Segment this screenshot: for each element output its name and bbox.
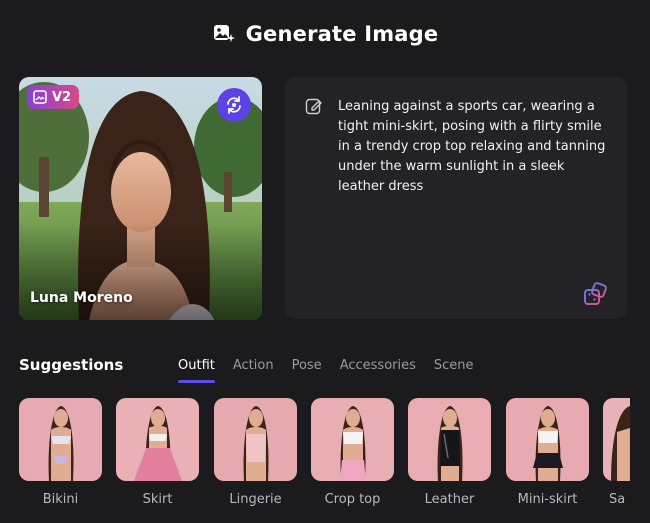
swap-refresh-icon [227,96,241,114]
page-title: Generate Image [245,22,439,46]
suggestion-thumb-bikini[interactable] [19,398,102,481]
tab-pose[interactable]: Pose [292,356,322,376]
suggestion-thumb-skirt[interactable] [116,398,199,481]
suggestion-tabs: Outfit Action Pose Accessories Scene [178,356,474,383]
tab-action[interactable]: Action [233,356,274,376]
suggestion-label: Crop top [324,492,381,507]
suggestion-thumb-crop-top[interactable] [311,398,394,481]
suggestion-label: Lingerie [229,492,282,507]
suggestion-label: Leather [424,492,475,507]
page-header: Generate Image [0,18,650,50]
tab-outfit[interactable]: Outfit [178,356,215,383]
suggestion-image [116,398,199,481]
character-card[interactable]: V2 Luna Moreno [19,77,262,320]
tab-accessories[interactable]: Accessories [340,356,416,376]
suggestion-label: Mini-skirt [517,492,578,507]
version-badge: V2 [27,85,80,109]
prompt-text[interactable]: Leaning against a sports car, wearing a … [338,97,608,197]
tab-scene[interactable]: Scene [434,356,474,376]
image-sparkle-icon [213,25,235,42]
suggestion-image [408,398,491,481]
suggestion-label: Sa [609,492,626,507]
prompt-box[interactable]: Leaning against a sports car, wearing a … [285,77,627,319]
suggestion-image [19,398,102,481]
edit-icon [305,98,322,115]
version-badge-label: V2 [52,89,72,105]
image-icon [33,90,47,104]
suggestion-image [506,398,589,481]
swap-character-button[interactable] [217,88,251,122]
suggestion-label: Bikini [42,492,79,507]
suggestion-thumb-lingerie[interactable] [214,398,297,481]
suggestion-thumb-partial[interactable] [603,398,630,481]
suggestion-thumb-leather[interactable] [408,398,491,481]
suggestions-title: Suggestions [19,356,124,374]
suggestion-image [214,398,297,481]
suggestion-thumb-mini-skirt[interactable] [506,398,589,481]
suggestion-image [603,398,630,481]
suggestion-image [311,398,394,481]
suggestion-label: Skirt [142,492,173,507]
character-name: Luna Moreno [30,290,133,306]
dice-icon[interactable] [583,281,609,307]
